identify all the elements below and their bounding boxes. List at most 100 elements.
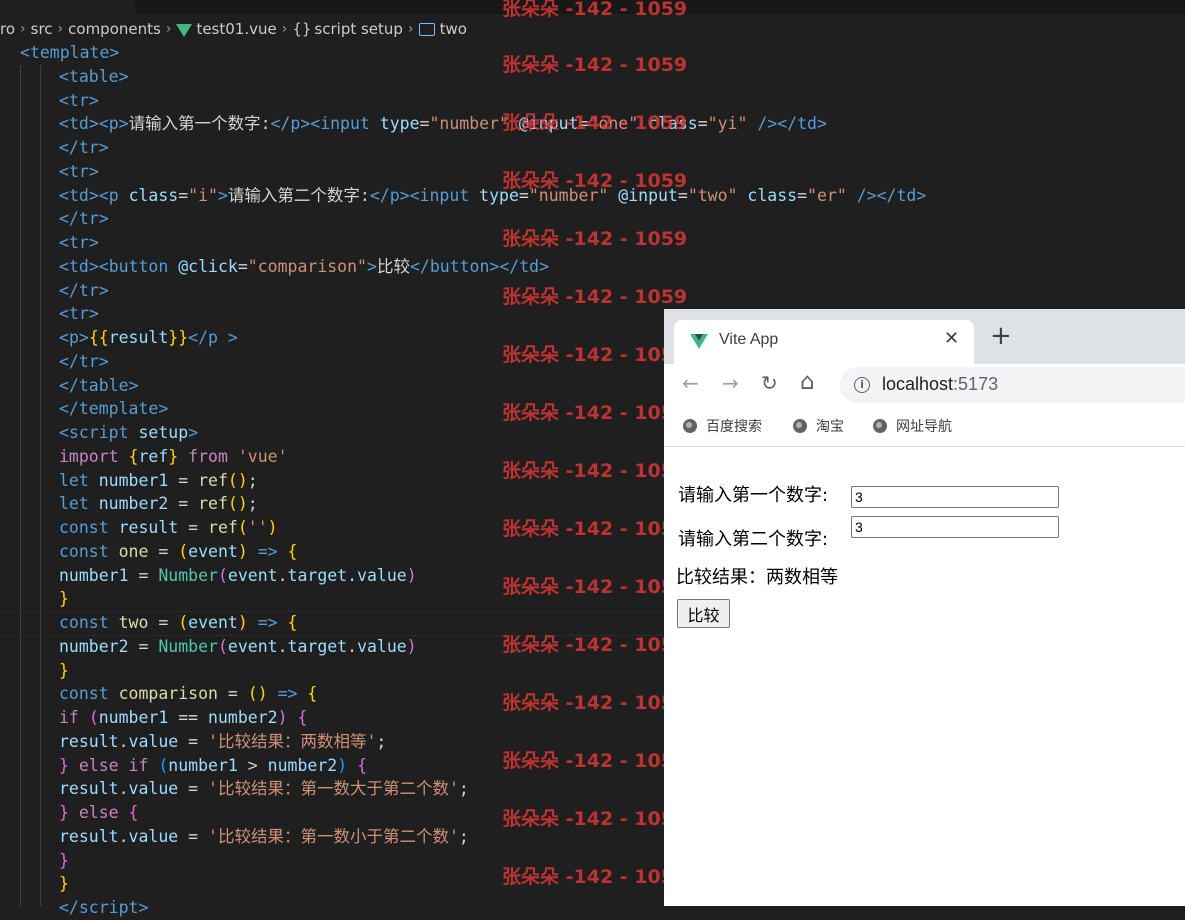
- code-token: template: [78, 399, 159, 419]
- second-number-input[interactable]: [851, 516, 1059, 538]
- code-token: number1: [59, 565, 129, 585]
- code-token: {: [347, 755, 368, 775]
- back-arrow-icon[interactable]: ←: [682, 371, 699, 395]
- breadcrumb-item-root[interactable]: ro: [0, 20, 15, 38]
- code-line[interactable]: const one = (event) => {: [59, 540, 297, 564]
- home-icon[interactable]: ⌂: [800, 369, 815, 395]
- code-line[interactable]: import {ref} from 'vue': [59, 445, 288, 469]
- address-url[interactable]: localhost:5173: [882, 374, 998, 395]
- code-token: ;: [458, 826, 469, 846]
- code-token: (: [158, 755, 169, 775]
- code-token: ><: [88, 256, 109, 276]
- first-number-input[interactable]: [851, 486, 1059, 508]
- code-line[interactable]: result.value = '比较结果：第一数小于第二个数';: [59, 825, 469, 849]
- code-line[interactable]: <tr>: [59, 160, 99, 184]
- code-token: button: [108, 256, 179, 276]
- code-token: .: [347, 565, 358, 585]
- code-token: =>: [247, 613, 288, 632]
- bookmark-baidu[interactable]: 百度搜索: [683, 416, 762, 436]
- code-token: value: [128, 731, 179, 751]
- code-line[interactable]: }: [59, 872, 69, 896]
- code-token: 请输入第一个数字:: [128, 114, 271, 134]
- code-token: tr: [78, 351, 99, 371]
- code-token: >: [227, 328, 238, 347]
- new-tab-button[interactable]: +: [990, 323, 1012, 349]
- code-line[interactable]: <td><p class="i">请输入第二个数字:</p><input typ…: [59, 184, 926, 208]
- reload-icon[interactable]: ↻: [761, 371, 778, 395]
- breadcrumb-item-src[interactable]: src: [31, 20, 53, 38]
- code-line[interactable]: <td><button @click="comparison">比较</butt…: [59, 255, 549, 279]
- code-token: '比较结果：第一数小于第二个数': [208, 826, 459, 846]
- info-icon[interactable]: i: [854, 377, 870, 393]
- code-token: td: [896, 185, 917, 205]
- code-line[interactable]: const comparison = () => {: [59, 682, 317, 706]
- breadcrumb-item-symbol[interactable]: two: [440, 20, 467, 38]
- code-token: =: [178, 779, 209, 799]
- code-line[interactable]: </tr>: [59, 136, 109, 160]
- code-token: }: [59, 850, 69, 870]
- globe-icon: [683, 419, 697, 433]
- code-token: result: [59, 826, 119, 846]
- close-icon[interactable]: ✕: [944, 328, 959, 349]
- code-line[interactable]: number2 = Number(event.target.value): [59, 635, 417, 659]
- code-line[interactable]: }: [59, 587, 69, 611]
- code-line[interactable]: </tr>: [59, 350, 109, 374]
- code-line[interactable]: <p>{{result}}</p >: [59, 326, 238, 350]
- code-line[interactable]: } else {: [59, 801, 138, 825]
- code-line[interactable]: <tr>: [59, 231, 99, 255]
- code-token: class: [737, 185, 798, 205]
- code-line[interactable]: if (number1 == number2) {: [59, 706, 307, 730]
- code-line[interactable]: result.value = '比较结果：两数相等';: [59, 730, 386, 754]
- code-line[interactable]: </tr>: [59, 207, 109, 231]
- browser-tab[interactable]: Vite App ✕: [674, 320, 974, 364]
- code-line[interactable]: <td><p>请输入第一个数字:</p><input type="number"…: [59, 112, 827, 136]
- breadcrumb-item-components[interactable]: components: [68, 20, 161, 38]
- code-line[interactable]: </table>: [59, 374, 138, 398]
- breadcrumb-item-scope[interactable]: script setup: [314, 20, 403, 38]
- code-token: .: [118, 731, 129, 751]
- code-line[interactable]: }: [59, 849, 69, 873]
- code-token: </: [59, 209, 79, 229]
- address-bar[interactable]: i localhost:5173: [840, 367, 1185, 403]
- code-line[interactable]: const result = ref(''): [59, 516, 278, 540]
- code-line[interactable]: </template>: [59, 397, 168, 421]
- bookmark-label: 网址导航: [896, 419, 952, 435]
- compare-button[interactable]: 比较: [677, 599, 730, 628]
- editor-active-tab[interactable]: [0, 0, 135, 14]
- forward-arrow-icon[interactable]: →: [722, 371, 739, 395]
- code-token: =: [148, 541, 179, 561]
- code-line[interactable]: <script setup>: [59, 421, 198, 445]
- code-line[interactable]: <tr>: [59, 89, 99, 113]
- comparison-result: 比较结果：两数相等: [676, 567, 838, 588]
- code-token: ><: [399, 185, 420, 205]
- watermark-text: 张朵朵 -142 - 1059: [502, 0, 688, 20]
- bookmark-taobao[interactable]: 淘宝: [793, 416, 844, 436]
- breadcrumb-item-file[interactable]: test01.vue: [196, 20, 276, 38]
- code-token: {: [287, 708, 308, 727]
- code-token: p: [290, 114, 301, 134]
- code-token: input: [419, 185, 480, 205]
- code-line[interactable]: let number2 = ref();: [59, 492, 258, 516]
- code-line[interactable]: <tr>: [59, 302, 99, 326]
- code-line[interactable]: number1 = Number(event.target.value): [59, 564, 417, 588]
- code-line[interactable]: const two = (event) => {: [59, 611, 297, 635]
- code-token: =: [178, 518, 209, 537]
- code-line[interactable]: let number1 = ref();: [59, 469, 258, 493]
- code-token: <: [59, 423, 69, 442]
- code-token: value: [357, 565, 407, 585]
- code-token: >: [217, 185, 228, 205]
- code-token: </: [59, 898, 79, 917]
- code-token: else: [78, 803, 129, 822]
- code-line[interactable]: result.value = '比较结果：第一数大于第二个数';: [59, 777, 469, 801]
- code-line[interactable]: }: [59, 659, 69, 683]
- code-line[interactable]: <table>: [59, 65, 129, 89]
- bookmark-nav[interactable]: 网址导航: [873, 416, 952, 436]
- code-token: {: [287, 613, 298, 632]
- code-line[interactable]: </script>: [59, 896, 148, 920]
- code-token: (): [247, 684, 268, 704]
- code-line[interactable]: </tr>: [59, 279, 109, 303]
- code-line[interactable]: } else if (number1 > number2) {: [59, 754, 367, 778]
- code-token: >: [237, 755, 268, 775]
- code-token: >: [88, 161, 99, 181]
- code-line[interactable]: <template>: [20, 41, 119, 65]
